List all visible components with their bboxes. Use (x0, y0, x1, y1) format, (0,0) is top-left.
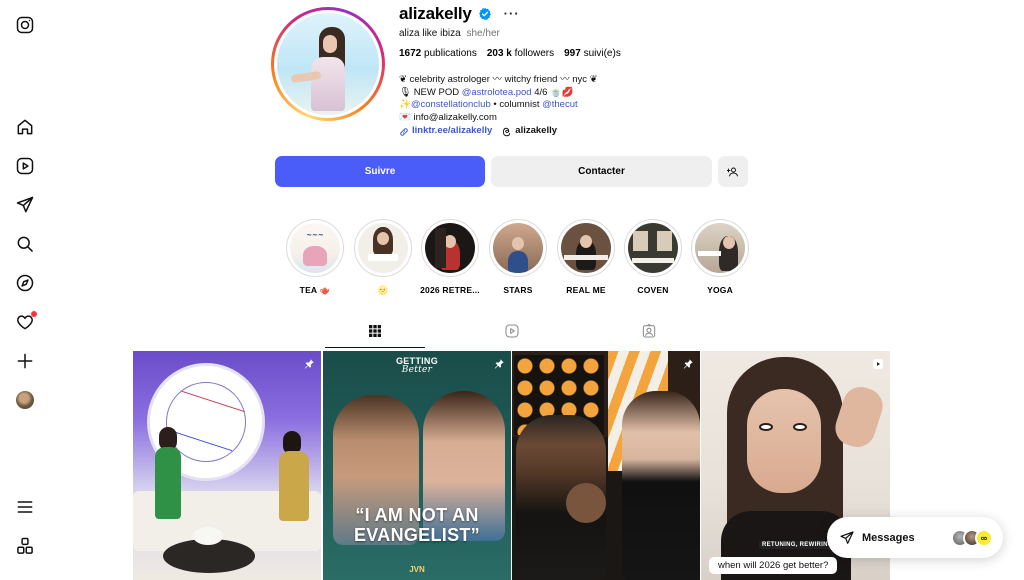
highlight-label: COVEN (637, 285, 669, 295)
highlight-label: YOGA (707, 285, 733, 295)
profile-bio: ❦ celebrity astrologer 〰 witchy friend 〰… (399, 74, 598, 138)
reels-tab-icon (505, 324, 519, 338)
post-tag: JVN (409, 565, 425, 574)
pin-icon (682, 357, 694, 369)
post-quote: “I AM NOT AN EVANGELIST” (354, 505, 480, 545)
profile-username: alizakelly (399, 4, 472, 23)
notification-badge (31, 311, 37, 317)
highlight-item[interactable]: 2026 RETRE... (420, 219, 480, 295)
tagged-tab-icon (642, 323, 656, 338)
verified-badge-icon (478, 7, 491, 21)
highlight-cover: ~~~ (290, 223, 340, 273)
username-row: alizakelly ··· (399, 4, 520, 24)
add-user-icon (727, 167, 738, 176)
messages-label: Messages (862, 531, 915, 544)
reel-icon (872, 357, 884, 369)
post-title: GETTING Better (395, 356, 439, 375)
threads-link[interactable]: alizakelly (502, 125, 557, 138)
highlight-label: 2026 RETRE... (420, 285, 480, 295)
posts-count: 1672 publications (399, 48, 477, 59)
profile-avatar-large[interactable] (271, 7, 385, 121)
highlight-item[interactable]: COVEN (623, 219, 683, 295)
messages-button[interactable]: Messages ∞ (827, 517, 1003, 558)
highlight-cover (358, 223, 408, 273)
pin-icon (303, 357, 315, 369)
following-count[interactable]: 997 suivi(e)s (564, 48, 621, 59)
apps-icon[interactable] (15, 536, 35, 556)
link-icon (400, 127, 408, 136)
display-name-row: aliza like ibiza she/her (399, 28, 500, 39)
tab-reels[interactable] (502, 323, 522, 347)
bio-line-2: 🎙 NEW POD @astrolotea.pod 4/6 🍵💋 (399, 86, 574, 98)
highlight-label: STARS (503, 285, 533, 295)
highlight-cover (493, 223, 543, 273)
more-options-icon[interactable]: ··· (504, 7, 520, 20)
highlight-cover (561, 223, 611, 273)
post-caption: when will 2026 get better? (709, 557, 838, 574)
bio-line-1: ❦ celebrity astrologer 〰 witchy friend 〰… (399, 74, 598, 85)
reels-icon[interactable] (15, 156, 35, 176)
story-highlights: ~~~ TEA 🫖 🌝 2026 RETRE... STARS REAL ME … (0, 219, 1024, 299)
bio-mention-thecut[interactable]: @thecut (542, 99, 578, 110)
highlight-item[interactable]: YOGA (690, 219, 750, 295)
highlight-label: TEA 🫖 (299, 285, 331, 295)
highlight-item[interactable]: 🌝 (353, 219, 413, 296)
tab-tagged[interactable] (639, 323, 659, 347)
bio-line-4: 💌 info@alizakelly.com (399, 111, 497, 123)
create-icon[interactable] (15, 351, 35, 371)
threads-icon (503, 127, 511, 136)
bio-mention-astrolotea[interactable]: @astrolotea.pod (462, 87, 532, 98)
profile-photo (277, 13, 379, 115)
highlight-item[interactable]: ~~~ TEA 🫖 (285, 219, 345, 296)
home-icon[interactable] (15, 117, 35, 137)
highlight-cover (425, 223, 475, 273)
pin-icon (493, 357, 505, 369)
highlight-label: REAL ME (566, 285, 606, 295)
post-thumbnail[interactable] (512, 351, 700, 580)
profile-stats: 1672 publications 203 k followers 997 su… (399, 48, 621, 59)
post-thumbnail[interactable] (133, 351, 321, 580)
highlight-cover (695, 223, 745, 273)
posts-grid-icon (369, 325, 381, 337)
suggest-users-button[interactable] (718, 156, 748, 187)
direct-icon[interactable] (15, 195, 35, 215)
display-name: aliza like ibiza (399, 28, 461, 39)
direct-message-icon (840, 530, 854, 544)
instagram-icon[interactable] (15, 15, 35, 35)
follow-button[interactable]: Suivre (275, 156, 485, 187)
post-thumbnail[interactable]: GETTING Better “I AM NOT AN EVANGELIST” J… (323, 351, 511, 580)
contact-button[interactable]: Contacter (491, 156, 712, 187)
menu-icon[interactable] (15, 497, 35, 517)
highlight-label: 🌝 (377, 285, 389, 295)
bio-line-3: ✨@constellationclub • columnist @thecut (399, 99, 578, 111)
highlight-item[interactable]: STARS (488, 219, 548, 295)
profile-avatar[interactable] (15, 390, 35, 410)
posts-grid: GETTING Better “I AM NOT AN EVANGELIST” J… (133, 351, 890, 580)
bio-mention-constellationclub[interactable]: @constellationclub (411, 99, 491, 110)
avatar: ∞ (975, 528, 993, 547)
message-avatars: ∞ (951, 528, 993, 547)
profile-tabs (0, 323, 1024, 348)
followers-count[interactable]: 203 k followers (487, 48, 554, 59)
highlight-cover (628, 223, 678, 273)
pronouns: she/her (466, 28, 500, 39)
tab-posts[interactable] (325, 323, 425, 348)
highlight-item[interactable]: REAL ME (556, 219, 616, 295)
bio-link[interactable]: linktr.ee/alizakelly (399, 125, 492, 138)
